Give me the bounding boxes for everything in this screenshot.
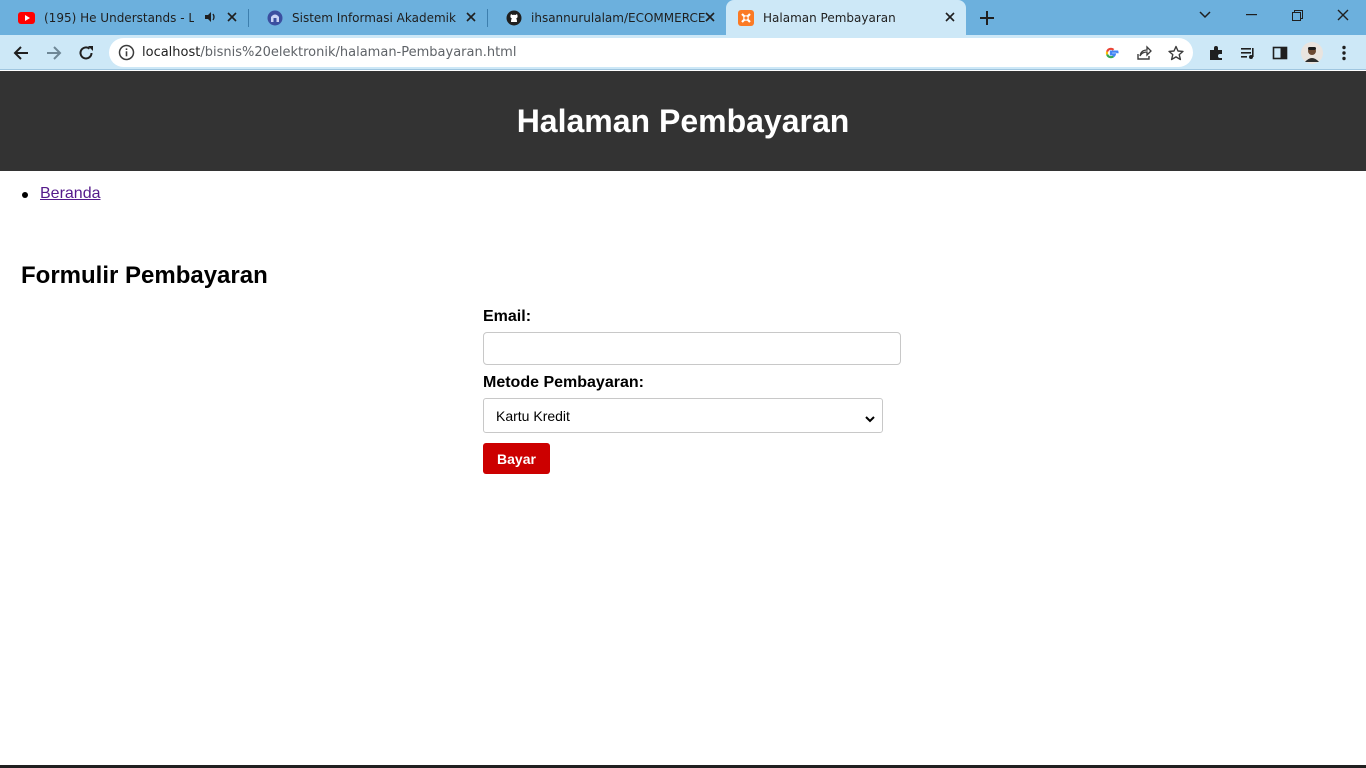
github-icon: [505, 9, 522, 26]
url-host: localhost: [142, 45, 201, 60]
tab-title: ihsannurulalam/ECOMMERCE: [531, 10, 706, 25]
payment-method-value: Kartu Kredit: [496, 408, 570, 424]
nav-link-beranda[interactable]: Beranda: [40, 185, 101, 203]
chevron-down-icon: [864, 411, 876, 423]
payment-method-label: Metode Pembayaran:: [483, 374, 644, 391]
tab-title: Sistem Informasi Akademik: [292, 10, 456, 25]
menu-icon[interactable]: [1332, 41, 1356, 65]
speaker-icon[interactable]: [203, 10, 217, 24]
page-title: Halaman Pembayaran: [516, 102, 850, 139]
tab-strip: (195) He Understands - Lyric Sistem Info…: [0, 0, 1366, 35]
xampp-icon: [737, 9, 754, 26]
browser-toolbar: localhost/bisnis%20elektronik/halaman-Pe…: [0, 35, 1366, 70]
tab-title: (195) He Understands - Lyric: [44, 10, 194, 25]
close-icon[interactable]: [463, 9, 479, 25]
profile-avatar[interactable]: [1300, 41, 1324, 65]
university-icon: [266, 9, 283, 26]
new-tab-button[interactable]: [976, 7, 998, 29]
tab-title: Halaman Pembayaran: [763, 10, 896, 25]
info-icon[interactable]: [118, 44, 135, 61]
payment-method-select[interactable]: Kartu Kredit: [483, 398, 883, 433]
close-icon[interactable]: [942, 9, 958, 25]
back-button[interactable]: [9, 41, 33, 65]
youtube-icon: [18, 9, 35, 26]
google-lens-icon[interactable]: [1101, 43, 1121, 63]
reload-button[interactable]: [74, 41, 98, 65]
close-window-button[interactable]: [1329, 4, 1357, 26]
tab-github[interactable]: ihsannurulalam/ECOMMERCE: [487, 0, 726, 35]
site-header: Halaman Pembayaran: [0, 71, 1366, 171]
form-heading: Formulir Pembayaran: [21, 262, 268, 289]
pay-button[interactable]: Bayar: [483, 443, 550, 474]
url-path: /bisnis%20elektronik/halaman-Pembayaran.…: [200, 45, 517, 60]
address-bar[interactable]: localhost/bisnis%20elektronik/halaman-Pe…: [109, 38, 1193, 67]
page-content: Halaman Pembayaran Beranda Formulir Pemb…: [0, 71, 1366, 768]
url-text[interactable]: localhost/bisnis%20elektronik/halaman-Pe…: [142, 45, 516, 60]
side-panel-icon[interactable]: [1268, 41, 1292, 65]
close-icon[interactable]: [224, 9, 240, 25]
tab-halaman-pembayaran[interactable]: Halaman Pembayaran: [726, 0, 966, 35]
forward-button[interactable]: [42, 41, 66, 65]
media-control-icon[interactable]: [1236, 41, 1260, 65]
list-bullet: [22, 192, 28, 198]
share-icon[interactable]: [1134, 43, 1154, 63]
restore-button[interactable]: [1283, 4, 1311, 26]
tab-search-button[interactable]: [1191, 4, 1219, 26]
bookmark-star-icon[interactable]: [1166, 43, 1186, 63]
close-icon[interactable]: [702, 9, 718, 25]
tab-siakad[interactable]: Sistem Informasi Akademik: [248, 0, 487, 35]
email-label: Email:: [483, 308, 532, 325]
tab-youtube[interactable]: (195) He Understands - Lyric: [0, 0, 248, 35]
minimize-button[interactable]: [1237, 4, 1265, 26]
email-field[interactable]: [483, 332, 901, 365]
extensions-icon[interactable]: [1204, 41, 1228, 65]
